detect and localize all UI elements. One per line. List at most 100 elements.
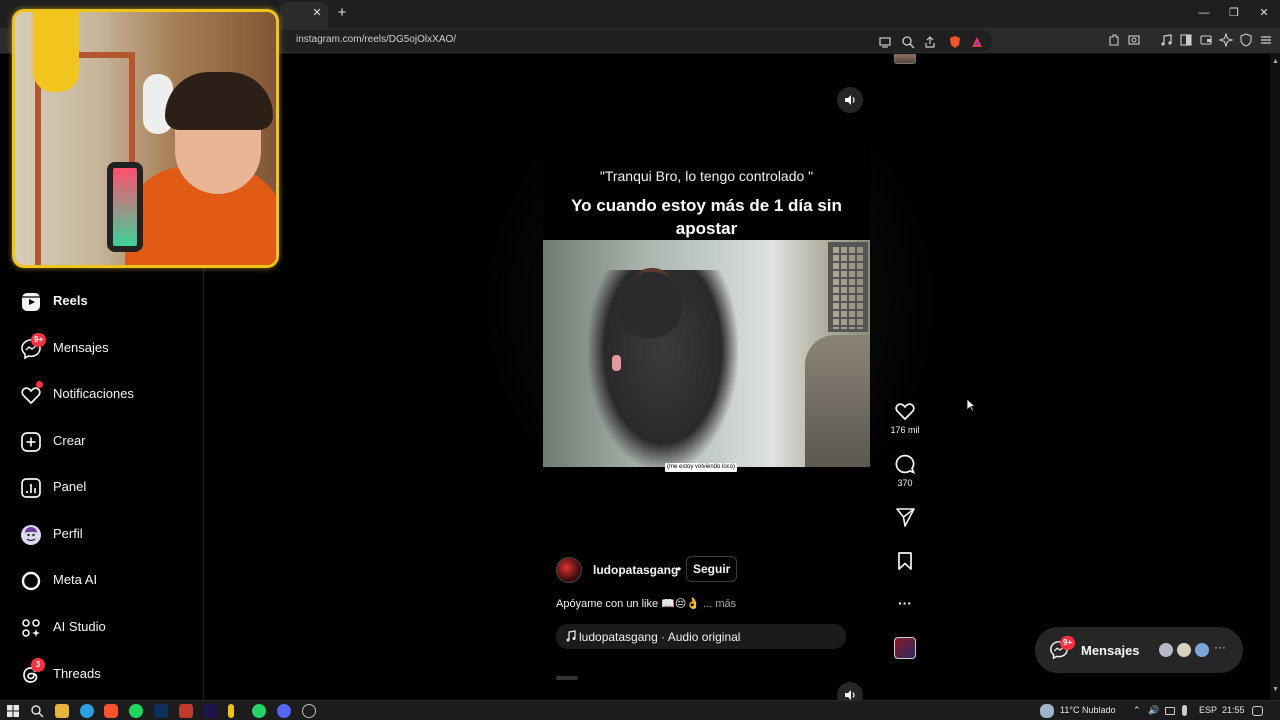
author-avatar[interactable] [556,557,582,583]
author-username[interactable]: ludopatasgang [593,563,678,577]
sidebar-item-panel[interactable]: Panel [0,468,204,508]
extensions-icon[interactable] [1107,33,1121,47]
window-restore-button[interactable]: ❐ [1226,6,1242,20]
wallet-icon[interactable] [1199,33,1213,47]
tab-search-icon[interactable] [1127,33,1141,47]
sidebar-toggle-icon[interactable] [1179,33,1193,47]
reel-audio-thumbnail[interactable] [894,637,916,659]
discord-icon[interactable] [277,704,291,718]
video-window-grate [828,242,868,332]
language-indicator[interactable]: ESP [1199,705,1217,715]
audio-pill[interactable]: ludopatasgang · Audio original [556,624,846,649]
speaker-icon[interactable]: 🔊 [1148,705,1159,716]
recent-contacts-avatars: ··· [1157,640,1227,659]
new-tab-button[interactable]: + [335,5,349,21]
mute-toggle-button[interactable] [837,87,863,113]
windows-start-icon[interactable] [6,704,20,718]
mouse-cursor-icon [966,398,976,412]
scroll-up-icon[interactable]: ▲ [1272,58,1279,65]
comment-bubble-icon[interactable] [894,453,916,475]
avatar-icon [20,524,42,546]
contact-avatar [1157,641,1175,659]
brave-shield-icon[interactable] [948,35,962,49]
obs-icon[interactable] [302,704,316,718]
windows-taskbar: 11°C Nublado ⌃ 🔊 ESP 21:55 [0,700,1280,720]
save-action[interactable] [890,550,920,572]
send-icon[interactable] [894,506,916,528]
leo-ai-icon[interactable] [1219,33,1233,47]
photoshop-icon[interactable] [154,704,168,718]
sidebar-item-threads[interactable]: 3 Threads [0,655,204,695]
volume-icon [845,95,855,105]
more-options-button[interactable]: ··· [890,595,920,611]
bookmark-icon[interactable] [894,550,916,572]
share-action[interactable] [890,506,920,528]
whatsapp-icon[interactable] [252,704,266,718]
vpn-shield-icon[interactable] [1239,33,1253,47]
url-text[interactable]: instagram.com/reels/DG5ojOlxXAO/ [296,34,456,45]
reel-caption-quote: "Tranqui Bro, lo tengo controlado " [599,168,814,184]
webcam-plush-toy [33,12,79,92]
video-gorilla-head [618,272,682,338]
video-gorilla-mouth [612,355,621,371]
sidebar-item-label: AI Studio [53,619,106,634]
sidebar-item-notificaciones[interactable]: Notificaciones [0,375,204,415]
like-action[interactable]: 176 mil [890,400,920,435]
hamburger-menu-icon[interactable] [1259,33,1273,47]
window-minimize-button[interactable]: — [1196,6,1212,20]
comment-count: 370 [897,478,913,488]
address-bar[interactable]: instagram.com/reels/DG5ojOlxXAO/ [272,30,992,52]
file-explorer-icon[interactable] [55,704,69,718]
sidebar-item-meta-ai[interactable]: Meta AI [0,561,204,601]
sidebar-item-reels[interactable]: Reels [0,282,204,322]
reel-video[interactable] [543,240,870,467]
search-icon[interactable] [30,704,44,718]
heart-icon[interactable] [894,400,916,422]
previous-reel-audio-thumb[interactable] [894,54,916,64]
news-app-icon[interactable] [179,704,193,718]
scroll-down-icon[interactable]: ▼ [1272,686,1279,693]
premiere-icon[interactable] [203,704,217,718]
spotify-icon[interactable] [129,704,143,718]
ai-studio-icon [20,617,42,639]
description-text: Apóyame con un like 📖😔👌 [556,598,701,610]
author-separator: • [677,562,682,576]
network-icon[interactable] [1165,707,1175,715]
plus-square-icon [20,431,42,453]
app-icon[interactable] [228,704,234,718]
tab-close-button[interactable]: ✕ [310,6,324,20]
sidebar-item-label: Mensajes [53,340,109,355]
clock-time[interactable]: 21:55 [1222,705,1245,715]
share-icon[interactable] [923,35,937,49]
zoom-icon[interactable] [901,35,915,49]
sidebar-item-ai-studio[interactable]: AI Studio [0,608,204,648]
music-note-icon [566,630,576,642]
sidebar-item-label: Reels [53,293,88,308]
messages-badge: 9+ [31,333,47,347]
sidebar-item-perfil[interactable]: Perfil [0,515,204,555]
reels-icon [20,291,42,313]
messages-floating-button[interactable]: 9+ Mensajes ··· [1035,627,1243,673]
media-icon[interactable] [1159,33,1173,47]
next-reel-peek [556,676,578,680]
sidebar-item-mensajes[interactable]: 9+ Mensajes [0,329,204,369]
brave-rewards-icon[interactable] [970,35,984,49]
notifications-icon[interactable] [1252,706,1263,716]
comment-action[interactable]: 370 [890,453,920,488]
bar-chart-icon [20,477,42,499]
sidebar-item-crear[interactable]: Crear [0,422,204,462]
sidebar-item-label: Panel [53,479,87,494]
page-scrollbar[interactable]: ▲ ▼ [1270,54,1280,700]
weather-text[interactable]: 11°C Nublado [1060,705,1115,715]
contact-avatar [1175,641,1193,659]
reader-mode-icon[interactable] [878,35,892,49]
edge-icon[interactable] [80,704,94,718]
window-close-button[interactable]: ✕ [1256,6,1272,20]
sidebar-item-label: Notificaciones [53,386,134,401]
follow-button[interactable]: Seguir [686,556,738,582]
more-link[interactable]: ... más [703,598,736,610]
tray-chevron-icon[interactable]: ⌃ [1133,705,1141,716]
threads-badge: 3 [31,658,45,672]
brave-icon[interactable] [104,704,118,718]
microphone-icon[interactable] [1182,705,1187,716]
